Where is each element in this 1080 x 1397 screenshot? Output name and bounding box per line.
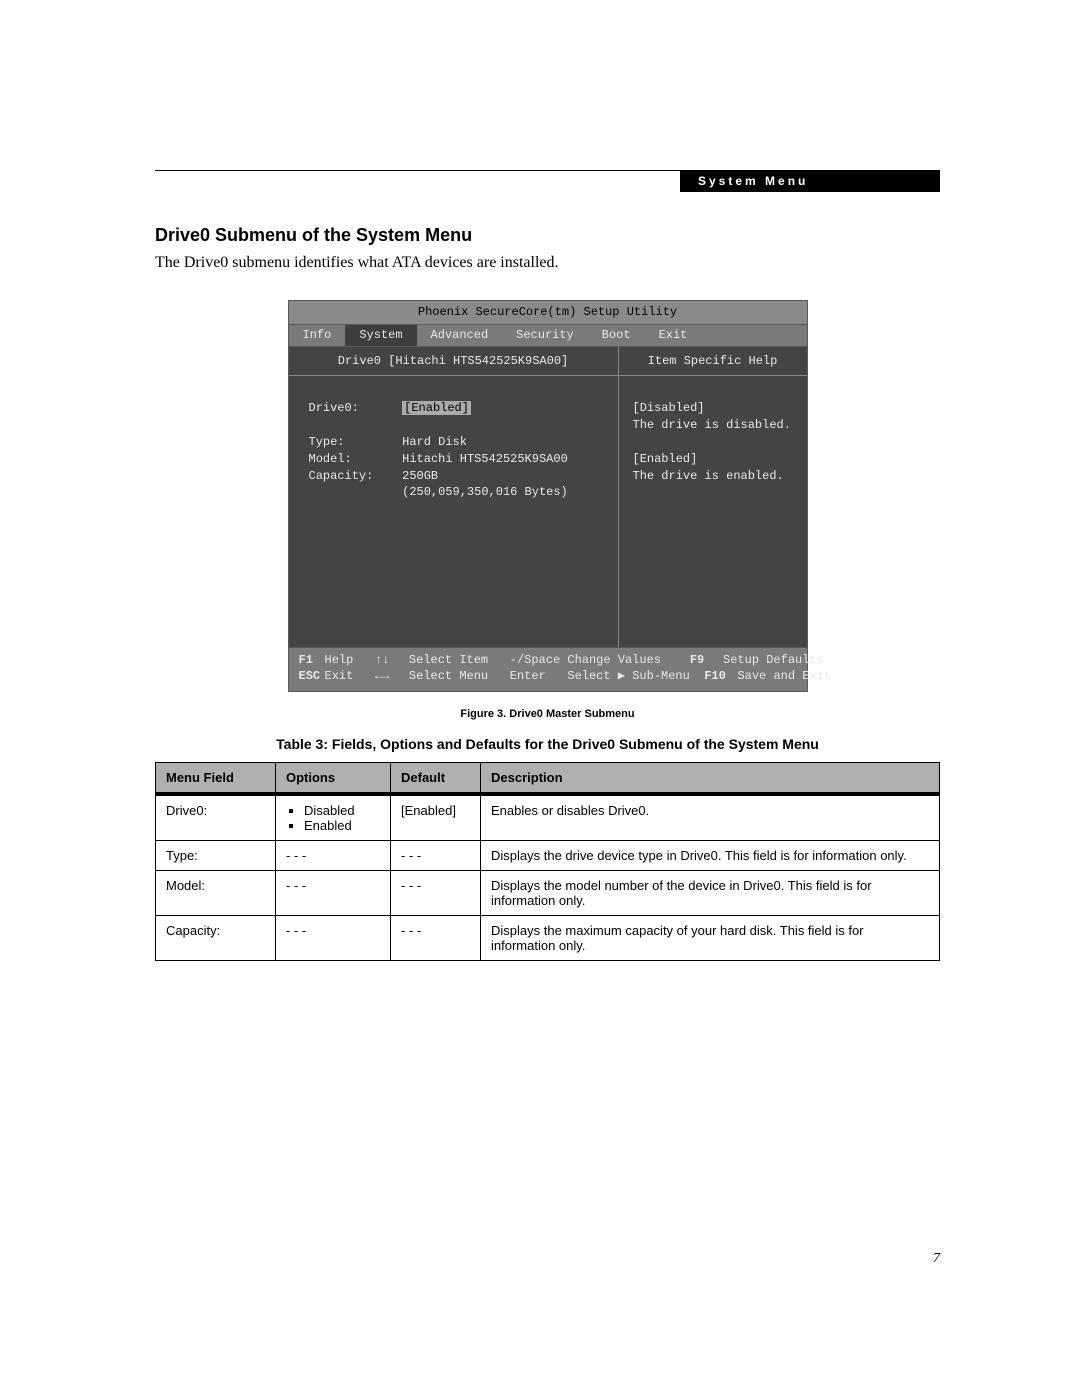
bios-tabbar: Info System Advanced Security Boot Exit bbox=[289, 325, 807, 347]
bios-help-header: Item Specific Help bbox=[619, 347, 807, 377]
cell-field: Capacity: bbox=[156, 916, 276, 961]
field-capacity-bytes: (250,059,350,016 Bytes) bbox=[309, 484, 598, 501]
page-content: Drive0 Submenu of the System Menu The Dr… bbox=[155, 170, 940, 961]
cell-options: Disabled Enabled bbox=[276, 796, 391, 841]
bios-screenshot: Phoenix SecureCore(tm) Setup Utility Inf… bbox=[288, 300, 808, 692]
cell-default: - - - bbox=[391, 916, 481, 961]
field-capacity: Capacity: 250GB bbox=[309, 468, 598, 485]
field-model-value: Hitachi HTS542525K9SA00 bbox=[402, 452, 568, 466]
table-row: Model: - - - - - - Displays the model nu… bbox=[156, 871, 940, 916]
cell-field: Type: bbox=[156, 841, 276, 871]
page-number: 7 bbox=[933, 1251, 940, 1267]
cell-description: Displays the drive device type in Drive0… bbox=[481, 841, 940, 871]
bios-help-text: [Disabled] The drive is disabled. [Enabl… bbox=[619, 376, 807, 498]
th-default: Default bbox=[391, 763, 481, 794]
bios-left-pane: Drive0 [Hitachi HTS542525K9SA00] Drive0:… bbox=[289, 347, 619, 647]
bios-tab-security[interactable]: Security bbox=[502, 325, 588, 346]
field-drive0[interactable]: Drive0: [Enabled] bbox=[309, 400, 598, 417]
bios-footer: F1Help ↑↓Select Item -/Space Change Valu… bbox=[289, 647, 807, 692]
table-header-row: Menu Field Options Default Description bbox=[156, 763, 940, 794]
field-drive0-value[interactable]: [Enabled] bbox=[402, 401, 471, 415]
cell-options: - - - bbox=[276, 916, 391, 961]
cell-description: Displays the model number of the device … bbox=[481, 871, 940, 916]
bios-tab-advanced[interactable]: Advanced bbox=[417, 325, 503, 346]
fields-table: Menu Field Options Default Description D… bbox=[155, 762, 940, 961]
th-options: Options bbox=[276, 763, 391, 794]
cell-options: - - - bbox=[276, 841, 391, 871]
field-model: Model: Hitachi HTS542525K9SA00 bbox=[309, 451, 598, 468]
document-page: System Menu Drive0 Submenu of the System… bbox=[0, 0, 1080, 1397]
bios-tab-system[interactable]: System bbox=[345, 325, 416, 346]
field-model-label: Model: bbox=[309, 452, 352, 466]
th-menu-field: Menu Field bbox=[156, 763, 276, 794]
table-title: Table 3: Fields, Options and Defaults fo… bbox=[155, 736, 940, 752]
section-intro: The Drive0 submenu identifies what ATA d… bbox=[155, 254, 940, 272]
bios-left-header: Drive0 [Hitachi HTS542525K9SA00] bbox=[289, 347, 618, 377]
table-row: Type: - - - - - - Displays the drive dev… bbox=[156, 841, 940, 871]
bios-body: Drive0 [Hitachi HTS542525K9SA00] Drive0:… bbox=[289, 347, 807, 647]
header-section-tab: System Menu bbox=[680, 170, 940, 192]
bios-title: Phoenix SecureCore(tm) Setup Utility bbox=[289, 301, 807, 325]
table-row: Drive0: Disabled Enabled [Enabled] Enabl… bbox=[156, 796, 940, 841]
cell-field: Drive0: bbox=[156, 796, 276, 841]
bios-window: Phoenix SecureCore(tm) Setup Utility Inf… bbox=[288, 300, 808, 692]
bios-tab-boot[interactable]: Boot bbox=[588, 325, 645, 346]
cell-default: - - - bbox=[391, 841, 481, 871]
footer-row-2: ESCExit ←→Select Menu Enter Select ▶ Sub… bbox=[299, 668, 797, 685]
figure-caption: Figure 3. Drive0 Master Submenu bbox=[155, 708, 940, 720]
cell-default: - - - bbox=[391, 871, 481, 916]
field-drive0-label: Drive0: bbox=[309, 401, 359, 415]
bios-tab-exit[interactable]: Exit bbox=[645, 325, 702, 346]
field-type-value: Hard Disk bbox=[402, 435, 467, 449]
th-description: Description bbox=[481, 763, 940, 794]
field-capacity-label: Capacity: bbox=[309, 469, 374, 483]
field-type-label: Type: bbox=[309, 435, 345, 449]
bios-right-pane: Item Specific Help [Disabled] The drive … bbox=[619, 347, 807, 647]
bios-field-list: Drive0: [Enabled] Type: Hard Disk Model:… bbox=[289, 376, 618, 601]
cell-description: Displays the maximum capacity of your ha… bbox=[481, 916, 940, 961]
cell-field: Model: bbox=[156, 871, 276, 916]
cell-description: Enables or disables Drive0. bbox=[481, 796, 940, 841]
table-row: Capacity: - - - - - - Displays the maxim… bbox=[156, 916, 940, 961]
cell-default: [Enabled] bbox=[391, 796, 481, 841]
field-type: Type: Hard Disk bbox=[309, 434, 598, 451]
bios-tab-info[interactable]: Info bbox=[289, 325, 346, 346]
footer-row-1: F1Help ↑↓Select Item -/Space Change Valu… bbox=[299, 652, 797, 669]
cell-options: - - - bbox=[276, 871, 391, 916]
field-capacity-value: 250GB bbox=[402, 469, 438, 483]
section-heading: Drive0 Submenu of the System Menu bbox=[155, 225, 940, 246]
